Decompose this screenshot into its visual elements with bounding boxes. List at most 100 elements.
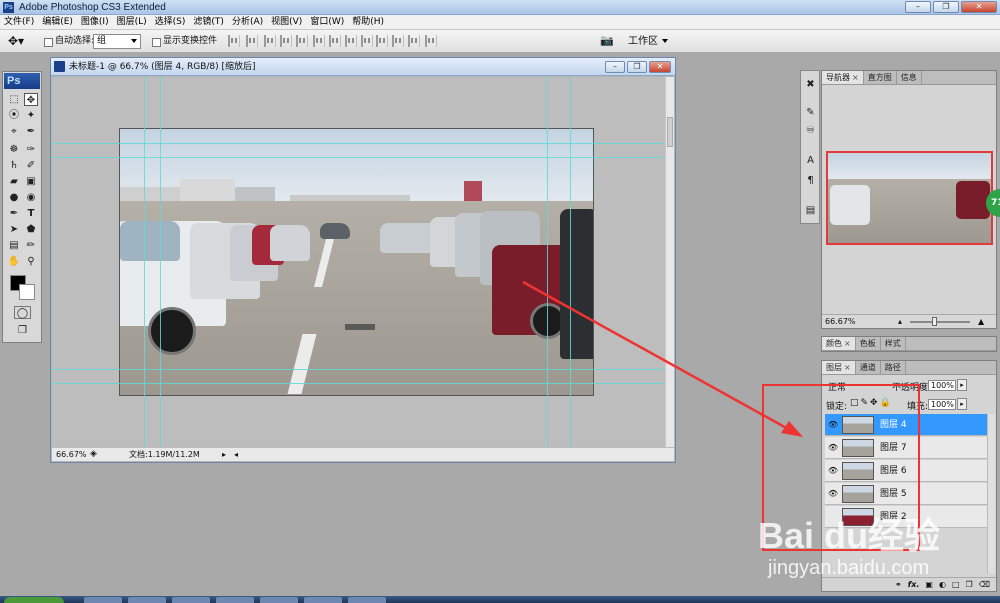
bridge-icon[interactable]: 📷 [600, 34, 616, 48]
zoom-in-icon[interactable]: ▲ [978, 315, 984, 328]
new-layer-icon[interactable]: ❐ [966, 578, 973, 591]
status-menu-icon[interactable]: ▸ [222, 448, 226, 461]
taskbar-app[interactable] [260, 597, 298, 603]
close-icon[interactable]: ✕ [961, 1, 997, 13]
close-icon[interactable]: × [844, 363, 851, 372]
auto-align-icon[interactable] [425, 35, 437, 47]
vertical-scrollbar[interactable] [665, 77, 674, 449]
document-title-bar[interactable]: 未标题-1 @ 66.7% (图层 4, RGB/8) [缩放后] – ❐ ✕ [51, 58, 675, 76]
tab-styles[interactable]: 样式 [881, 337, 906, 350]
navigator-view-box[interactable] [826, 151, 993, 245]
menu-view[interactable]: 视图(V) [267, 15, 306, 29]
minimize-icon[interactable]: – [605, 61, 625, 73]
align-bottom-icon[interactable] [264, 35, 276, 47]
restore-icon[interactable]: ❐ [933, 1, 959, 13]
tab-channels[interactable]: 通道 [856, 361, 881, 374]
adjustment-icon[interactable]: ◐ [939, 578, 946, 591]
guide-horizontal[interactable] [52, 369, 665, 370]
crop-icon[interactable]: ⌖ [7, 125, 21, 138]
tab-layers[interactable]: 图层 × [822, 361, 856, 374]
brushes-icon[interactable]: ✎ [803, 105, 818, 120]
notes-icon[interactable]: ▤ [7, 239, 21, 252]
distribute-vcenter-icon[interactable] [345, 35, 357, 47]
tab-color[interactable]: 颜色 × [822, 337, 856, 350]
tab-info[interactable]: 信息 [897, 71, 922, 84]
taskbar-app[interactable] [304, 597, 342, 603]
distribute-bottom-icon[interactable] [361, 35, 373, 47]
guide-horizontal[interactable] [52, 143, 665, 144]
distribute-right-icon[interactable] [408, 35, 420, 47]
align-top-icon[interactable] [228, 35, 240, 47]
taskbar-app[interactable] [216, 597, 254, 603]
auto-select-checkbox[interactable] [44, 38, 53, 47]
guide-vertical[interactable] [144, 77, 145, 449]
paragraph-icon[interactable]: ¶ [803, 173, 818, 188]
canvas-area[interactable] [52, 77, 665, 449]
guide-vertical[interactable] [547, 77, 548, 449]
clone-source-icon[interactable]: ♾ [803, 123, 818, 138]
zoom-slider[interactable] [910, 321, 970, 323]
stamp-icon[interactable]: ♄ [7, 159, 21, 172]
rect-marquee-icon[interactable]: ⬚ [7, 93, 21, 106]
pen-icon[interactable]: ✒ [7, 207, 21, 220]
taskbar-app[interactable] [172, 597, 210, 603]
move-tool-icon[interactable]: ✥▾ [8, 34, 32, 49]
gradient-icon[interactable]: ▣ [24, 175, 38, 188]
zoom-slider-thumb[interactable] [932, 317, 937, 326]
align-right-icon[interactable] [313, 35, 325, 47]
tab-paths[interactable]: 路径 [881, 361, 906, 374]
layer-comps-icon[interactable]: ▤ [803, 203, 818, 218]
tab-histogram[interactable]: 直方图 [864, 71, 897, 84]
status-info-icon[interactable]: ◈ [90, 448, 97, 461]
dodge-icon[interactable]: ◉ [24, 191, 38, 204]
menu-help[interactable]: 帮助(H) [348, 15, 388, 29]
scrollbar-thumb[interactable] [667, 117, 673, 147]
shape-icon[interactable]: ⬟ [24, 223, 38, 236]
history-brush-icon[interactable]: ✐ [24, 159, 38, 172]
menu-edit[interactable]: 编辑(E) [38, 15, 77, 29]
taskbar-app[interactable] [348, 597, 386, 603]
workspace-menu[interactable]: 工作区 [628, 34, 668, 49]
menu-image[interactable]: 图像(I) [77, 15, 113, 29]
eraser-icon[interactable]: ▰ [7, 175, 21, 188]
brush-icon[interactable]: ✑ [24, 143, 38, 156]
menu-select[interactable]: 选择(S) [151, 15, 190, 29]
opacity-input[interactable]: 100% [928, 380, 956, 391]
blur-icon[interactable]: ● [7, 191, 21, 204]
zoom-out-icon[interactable]: ▴ [898, 315, 902, 328]
distribute-top-icon[interactable] [329, 35, 341, 47]
distribute-left-icon[interactable] [376, 35, 388, 47]
close-icon[interactable]: × [852, 73, 859, 82]
layers-scrollbar[interactable] [987, 414, 995, 574]
character-icon[interactable]: A [803, 153, 818, 168]
screen-mode-icon[interactable]: ❐ [14, 324, 31, 337]
path-select-icon[interactable]: ➤ [7, 223, 21, 236]
zoom-level[interactable]: 66.67% [56, 448, 87, 461]
zoom-icon[interactable]: ⚲ [24, 255, 38, 268]
opacity-arrow-icon[interactable]: ▸ [957, 379, 967, 391]
distribute-hcenter-icon[interactable] [392, 35, 404, 47]
menu-layer[interactable]: 图层(L) [113, 15, 151, 29]
fill-input[interactable]: 100% [928, 399, 956, 410]
tools-preset-icon[interactable]: ✖ [803, 77, 818, 92]
align-hcenter-icon[interactable] [296, 35, 308, 47]
healing-icon[interactable]: ☸ [7, 143, 21, 156]
start-button[interactable] [4, 597, 64, 603]
taskbar-app[interactable] [128, 597, 166, 603]
lasso-icon[interactable]: ⦿ [7, 109, 21, 122]
auto-select-dropdown[interactable]: 组 [93, 34, 141, 49]
menu-filter[interactable]: 滤镜(T) [189, 15, 228, 29]
menu-analysis[interactable]: 分析(A) [228, 15, 267, 29]
navigator-zoom-value[interactable]: 66.67% [825, 315, 856, 328]
align-vcenter-icon[interactable] [246, 35, 258, 47]
quick-mask-icon[interactable]: ◯ [14, 306, 31, 319]
minimize-icon[interactable]: – [905, 1, 931, 13]
menu-file[interactable]: 文件(F) [0, 15, 38, 29]
scroll-left-icon[interactable]: ◂ [234, 448, 238, 461]
guide-horizontal[interactable] [52, 157, 665, 158]
align-left-icon[interactable] [280, 35, 292, 47]
guide-horizontal[interactable] [52, 383, 665, 384]
close-icon[interactable]: × [844, 339, 851, 348]
show-transform-checkbox[interactable] [152, 38, 161, 47]
trash-icon[interactable]: ⌫ [979, 578, 990, 591]
